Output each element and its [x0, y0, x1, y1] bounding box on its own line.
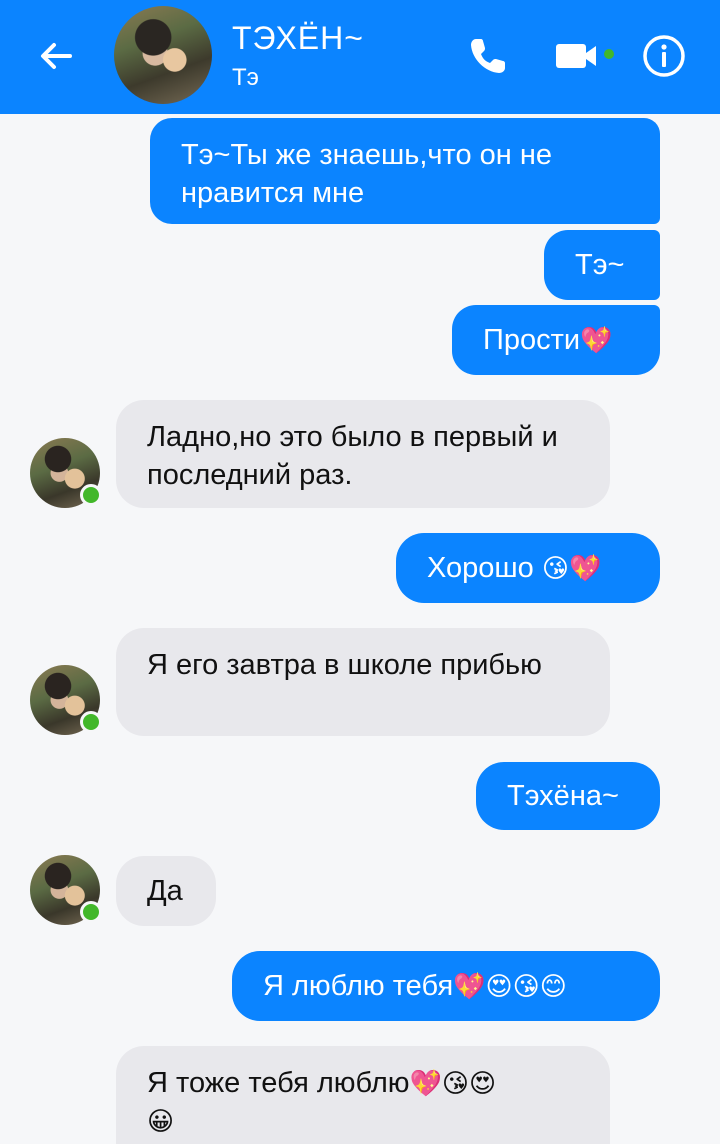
message-outgoing[interactable]: Прости💖	[452, 305, 660, 375]
message-text: Ладно,но это было в первый и последний р…	[147, 421, 558, 491]
message-incoming[interactable]: Да	[116, 856, 216, 926]
message-text: Тэ~	[575, 249, 625, 281]
back-arrow-icon	[41, 43, 72, 69]
message-text: Я тоже тебя люблю	[147, 1067, 410, 1099]
message-text: Тэхёна~	[507, 780, 619, 812]
video-camera-icon	[556, 44, 614, 68]
sparkling-heart-emoji: 💖	[580, 325, 613, 355]
message-incoming[interactable]: Ладно,но это было в первый и последний р…	[116, 400, 610, 508]
kiss-heart-emoji: 😘💖	[541, 553, 602, 583]
call-button[interactable]	[464, 30, 512, 82]
message-text: Да	[147, 875, 183, 907]
message-outgoing[interactable]: Хорошо 😘💖	[396, 533, 660, 603]
back-button[interactable]	[30, 30, 82, 82]
online-status-dot	[80, 484, 102, 506]
grin-emoji: 😀	[147, 1106, 175, 1136]
info-button[interactable]	[638, 30, 690, 82]
contact-avatar[interactable]	[114, 6, 212, 104]
love-emojis: 💖😍😘😊	[453, 971, 567, 1001]
message-outgoing[interactable]: Тэхёна~	[476, 762, 660, 830]
info-icon	[643, 35, 685, 77]
contact-subtitle: Тэ	[232, 64, 259, 91]
message-text: Тэ~Ты же знаешь,что он не нравится мне	[181, 139, 552, 209]
contact-name[interactable]: ТЭХЁН~	[232, 20, 364, 57]
message-outgoing[interactable]: Я люблю тебя💖😍😘😊	[232, 951, 660, 1021]
message-incoming[interactable]: Я его завтра в школе прибью	[116, 628, 610, 736]
video-call-button[interactable]	[554, 30, 618, 82]
conversation-header: ТЭХЁН~ Тэ	[0, 0, 720, 114]
message-outgoing[interactable]: Тэ~	[544, 230, 660, 300]
message-outgoing[interactable]: Тэ~Ты же знаешь,что он не нравится мне	[150, 118, 660, 224]
message-text: Прости	[483, 324, 581, 356]
love-emojis: 💖😘😍	[409, 1068, 497, 1098]
message-text: Хорошо	[427, 552, 542, 584]
online-status-dot	[80, 711, 102, 733]
message-text: Я люблю тебя	[263, 970, 454, 1002]
message-text: Я его завтра в школе прибью	[147, 649, 542, 681]
message-incoming[interactable]: Я тоже тебя люблю💖😘😍 😀	[116, 1046, 610, 1144]
online-status-dot	[80, 901, 102, 923]
phone-icon	[471, 39, 505, 73]
